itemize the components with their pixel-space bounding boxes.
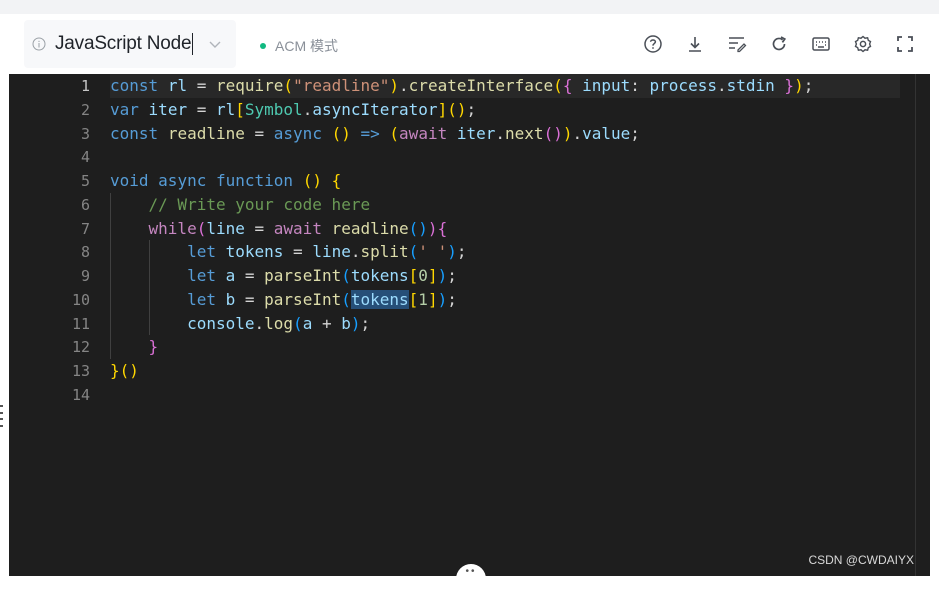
code-line: const rl = require("readline").createInt… — [110, 74, 900, 98]
vertical-scrollbar[interactable] — [915, 74, 930, 576]
line-number: 14 — [71, 386, 90, 404]
keyboard-icon[interactable] — [810, 33, 832, 55]
reset-icon[interactable] — [768, 33, 790, 55]
download-icon[interactable] — [684, 33, 706, 55]
line-number: 2 — [80, 101, 90, 119]
collapse-handle[interactable]: •• — [456, 564, 486, 594]
line-number: 10 — [71, 291, 90, 309]
line-number: 3 — [80, 125, 90, 143]
line-number: 13 — [71, 362, 90, 380]
code-line: console.log(a + b); — [187, 314, 371, 333]
code-line: const readline = async () => (await iter… — [110, 124, 640, 143]
code-line: } — [148, 337, 159, 356]
code-editor[interactable]: 1 2 3 4 5 6 7 8 9 10 11 12 13 14 const r… — [9, 74, 930, 576]
code-line: let b = parseInt(tokens[1]); — [187, 290, 457, 309]
format-icon[interactable] — [726, 33, 748, 55]
code-line: var iter = rl[Symbol.asyncIterator](); — [110, 100, 477, 119]
help-icon[interactable] — [642, 33, 664, 55]
line-number: 5 — [80, 172, 90, 190]
mode-label: ACM 模式 — [275, 38, 338, 54]
line-number: 9 — [80, 267, 90, 285]
mode-indicator[interactable]: ACM 模式 — [260, 36, 338, 56]
code-line: let a = parseInt(tokens[0]); — [187, 266, 457, 285]
editor-toolbar: JavaScript Node ACM 模式 — [9, 14, 930, 74]
line-number: 6 — [80, 196, 90, 214]
text-caret — [192, 33, 194, 55]
line-number: 11 — [71, 315, 90, 333]
code-line: while(line = await readline()){ — [148, 219, 448, 238]
top-strip — [0, 0, 939, 14]
settings-icon[interactable] — [852, 33, 874, 55]
chevron-down-icon[interactable] — [208, 37, 222, 56]
line-number: 1 — [80, 77, 90, 95]
watermark: CSDN @CWDAIYX — [808, 553, 914, 567]
fullscreen-icon[interactable] — [894, 33, 916, 55]
language-select[interactable]: JavaScript Node — [24, 20, 236, 68]
mode-status-dot — [260, 43, 266, 49]
resize-grip-icon[interactable] — [0, 405, 6, 427]
code-line: // Write your code here — [148, 195, 371, 214]
code-line: }() — [110, 361, 139, 380]
language-label: JavaScript Node — [55, 33, 192, 54]
info-icon — [32, 37, 46, 51]
line-number: 12 — [71, 338, 90, 356]
code-line: let tokens = line.split(' '); — [187, 242, 467, 261]
line-number: 4 — [80, 148, 90, 166]
code-line: void async function () { — [110, 171, 342, 190]
line-number: 8 — [80, 243, 90, 261]
line-number: 7 — [80, 220, 90, 238]
handle-dots-icon: •• — [465, 566, 477, 577]
toolbar-actions — [622, 33, 916, 55]
